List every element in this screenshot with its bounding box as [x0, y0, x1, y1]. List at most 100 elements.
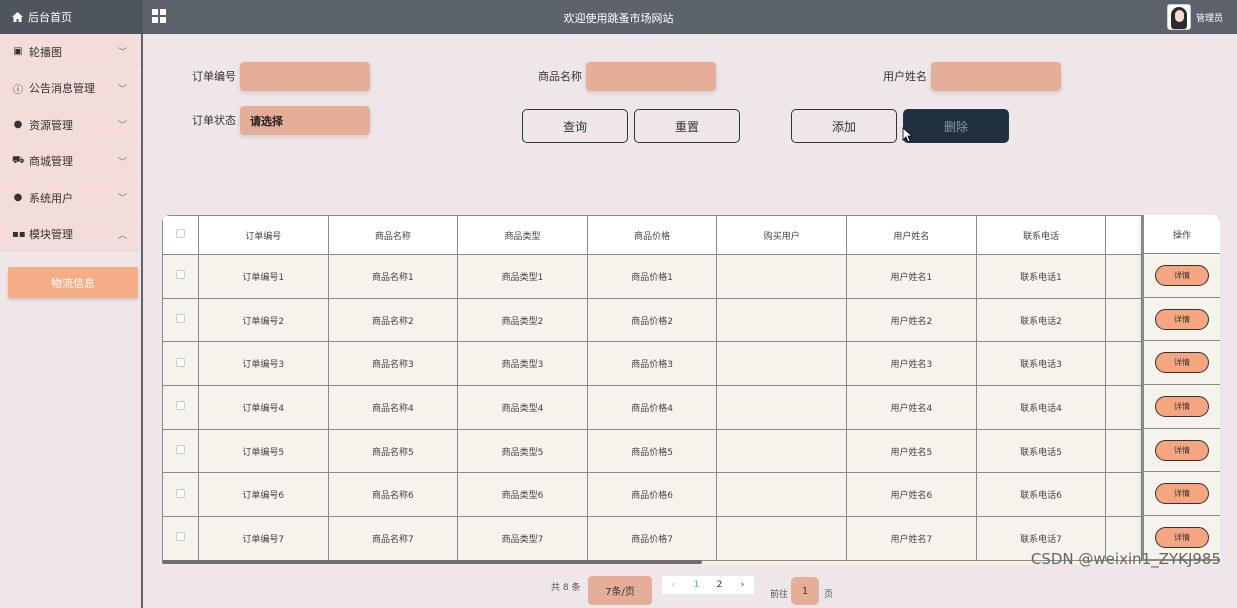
- sidebar-item-carousel[interactable]: ▣ 轮播图 ﹀: [0, 34, 141, 71]
- row-select-cell[interactable]: [162, 516, 199, 561]
- operation-cell: 详情: [1144, 298, 1220, 342]
- row-select-cell[interactable]: [162, 385, 199, 430]
- row-checkbox[interactable]: [175, 270, 185, 280]
- row-checkbox[interactable]: [175, 401, 185, 411]
- sidebar-item-module[interactable]: ▪▪ 模块管理 ︿: [0, 216, 141, 253]
- reset-button[interactable]: 重置: [634, 109, 740, 143]
- table-cell: [1105, 385, 1143, 430]
- table-cell: [716, 385, 848, 430]
- table-cell: 商品价格2: [586, 297, 718, 343]
- table-cell: [716, 254, 848, 299]
- detail-button[interactable]: 详情: [1155, 526, 1209, 548]
- detail-button[interactable]: 详情: [1155, 439, 1209, 461]
- main-content: 订单编号 商品名称 用户姓名 订单状态 请选择 查询 重置 添加 删除 订单编号…: [145, 34, 1237, 608]
- order-no-input[interactable]: [240, 62, 370, 91]
- user-menu[interactable]: 管理员: [1166, 4, 1223, 30]
- query-button[interactable]: 查询: [522, 109, 628, 143]
- table-row[interactable]: 订单编号5 商品名称5 商品类型5 商品价格5 用户姓名5 联系电话5: [162, 428, 1220, 474]
- watermark: CSDN @weixin1_ZYKJ985: [1030, 550, 1221, 568]
- column-header: 联系电话: [975, 215, 1107, 255]
- order-status-select[interactable]: 请选择: [240, 106, 370, 135]
- horizontal-scrollbar[interactable]: [162, 560, 702, 564]
- row-checkbox[interactable]: [175, 488, 185, 498]
- table-cell: 商品类型2: [457, 297, 588, 343]
- table-cell: 联系电话1: [975, 254, 1107, 299]
- sidebar-item-label: 系统用户: [29, 191, 73, 205]
- info-icon: ⓘ: [13, 84, 23, 96]
- table-cell: 用户姓名5: [846, 428, 977, 474]
- table-row[interactable]: 订单编号1 商品名称1 商品类型1 商品价格1 用户姓名1 联系电话1: [162, 254, 1220, 299]
- sidebar-subitem-logistics[interactable]: 物流信息: [8, 267, 138, 298]
- table-cell: [1105, 472, 1143, 518]
- sidebar-item-mall[interactable]: ⛟ 商城管理 ﹀: [0, 143, 141, 180]
- table-cell: [1105, 254, 1143, 299]
- image-icon: ▣: [13, 46, 23, 58]
- table-cell: [1105, 297, 1143, 343]
- cursor-icon: [902, 127, 912, 143]
- table-cell: 用户姓名3: [846, 341, 977, 387]
- sidebar-item-notice[interactable]: ⓘ 公告消息管理 ﹀: [0, 70, 141, 107]
- add-button[interactable]: 添加: [791, 109, 897, 143]
- table-cell: 用户姓名6: [846, 472, 977, 518]
- sidebar-item-label: 轮播图: [29, 45, 62, 59]
- row-checkbox[interactable]: [175, 532, 185, 542]
- row-checkbox[interactable]: [175, 357, 185, 367]
- next-page-button[interactable]: ›: [731, 576, 754, 594]
- table-row[interactable]: 订单编号6 商品名称6 商品类型6 商品价格6 用户姓名6 联系电话6: [162, 472, 1220, 518]
- row-checkbox[interactable]: [175, 314, 185, 324]
- table-cell: 商品价格6: [586, 472, 718, 518]
- table-cell: 商品类型1: [457, 254, 588, 299]
- table-cell: 订单编号3: [197, 341, 329, 387]
- sidebar-item-resource[interactable]: ● 资源管理 ﹀: [0, 107, 141, 144]
- column-header: 用户姓名: [846, 215, 977, 255]
- sidebar-item-label: 资源管理: [29, 118, 73, 132]
- pager: ‹ 1 2 ›: [662, 576, 754, 594]
- delete-button[interactable]: 删除: [903, 109, 1009, 143]
- row-select-cell[interactable]: [162, 341, 199, 387]
- select-all-cell[interactable]: [162, 215, 199, 255]
- sidebar-item-sysuser[interactable]: ● 系统用户 ﹀: [0, 180, 141, 217]
- pagination-total: 共 8 条: [551, 583, 581, 593]
- page-button[interactable]: 1: [685, 576, 708, 594]
- select-all-checkbox[interactable]: [175, 229, 185, 238]
- table-cell: 商品名称7: [327, 516, 459, 561]
- table-row[interactable]: 订单编号4 商品名称4 商品类型4 商品价格4 用户姓名4 联系电话4: [162, 385, 1220, 430]
- prev-page-button[interactable]: ‹: [662, 576, 685, 594]
- table-cell: 订单编号5: [197, 428, 329, 474]
- table-cell: [1105, 428, 1143, 474]
- grid-icon: ▪▪: [12, 228, 26, 240]
- operation-cell: 详情: [1144, 254, 1220, 298]
- row-select-cell[interactable]: [162, 254, 199, 299]
- table-cell: 用户姓名7: [846, 516, 977, 561]
- table-row[interactable]: 订单编号3 商品名称3 商品类型3 商品价格3 用户姓名3 联系电话3: [162, 341, 1220, 387]
- user-name-input[interactable]: [931, 62, 1061, 91]
- table-cell: 商品类型7: [457, 516, 588, 561]
- operation-column: 操作 详情 详情 详情 详情 详情 详情 详情: [1142, 215, 1220, 560]
- page-button[interactable]: 2: [708, 576, 731, 594]
- product-name-input[interactable]: [586, 62, 716, 91]
- row-checkbox[interactable]: [175, 445, 185, 455]
- detail-button[interactable]: 详情: [1155, 352, 1209, 374]
- table-cell: 订单编号7: [197, 516, 329, 561]
- page-size-select[interactable]: 7条/页: [588, 576, 652, 605]
- operation-cell: 详情: [1144, 341, 1220, 386]
- sidebar-item-label: 公告消息管理: [29, 82, 95, 96]
- table-cell: [716, 297, 848, 343]
- row-select-cell[interactable]: [162, 297, 199, 343]
- goto-page-input[interactable]: 1: [791, 577, 819, 605]
- row-select-cell[interactable]: [162, 428, 199, 474]
- column-header: 购买用户: [716, 215, 848, 255]
- row-select-cell[interactable]: [162, 472, 199, 518]
- detail-button[interactable]: 详情: [1155, 483, 1209, 505]
- detail-button[interactable]: 详情: [1155, 264, 1209, 286]
- chevron-down-icon: ﹀: [117, 121, 127, 131]
- data-table: 订单编号 商品名称 商品类型 商品价格 购买用户 用户姓名 联系电话 订单编号1 商品名称1 商…: [162, 215, 1220, 564]
- user-icon: ●: [13, 192, 23, 204]
- chevron-up-icon: ︿: [117, 230, 127, 241]
- detail-button[interactable]: 详情: [1155, 308, 1209, 330]
- column-header: 商品价格: [586, 215, 718, 255]
- table-row[interactable]: 订单编号2 商品名称2 商品类型2 商品价格2 用户姓名2 联系电话2: [162, 297, 1220, 343]
- detail-button[interactable]: 详情: [1155, 395, 1209, 417]
- chevron-down-icon: ﹀: [117, 48, 127, 58]
- column-header: 订单编号: [197, 215, 329, 255]
